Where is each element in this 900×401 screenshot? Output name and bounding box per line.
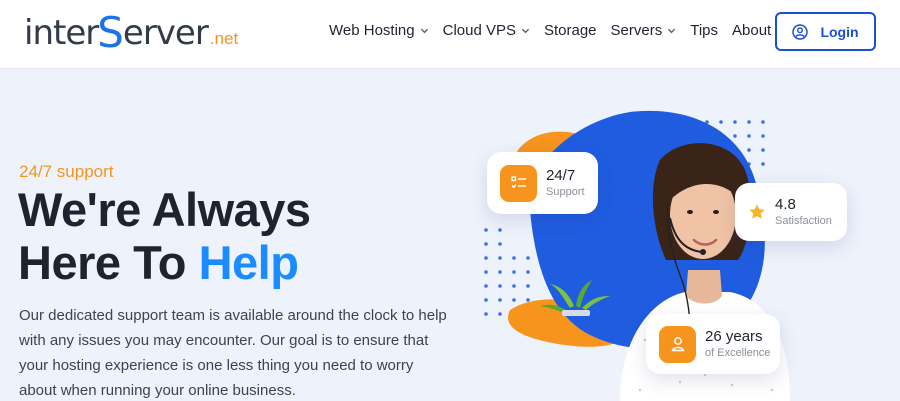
headline-line-2: Here To — [18, 236, 199, 289]
rating-card: 4.8 Satisfaction — [735, 183, 847, 241]
support-card: 24/7 Support — [487, 152, 598, 214]
login-label: Login — [820, 23, 859, 40]
nav-label: Servers — [610, 21, 663, 39]
nav-storage[interactable]: Storage — [544, 22, 597, 39]
logo-suffix: .net — [209, 29, 239, 48]
star-icon — [746, 201, 768, 223]
years-card: 26 years of Excellence — [646, 314, 780, 374]
nav-tips[interactable]: Tips — [690, 22, 718, 39]
hero-headline: We're Always Here To Help — [18, 183, 311, 289]
hero-description: Our dedicated support team is available … — [19, 307, 447, 399]
site-header: inter Server .net Web Hosting Cloud VPS St… — [0, 0, 900, 69]
nav-label: Web Hosting — [329, 21, 415, 39]
login-button[interactable]: Login — [775, 12, 876, 51]
nav-web-hosting[interactable]: Web Hosting — [329, 22, 429, 39]
interserver-logo[interactable]: inter Server .net — [24, 8, 239, 57]
chevron-down-icon — [667, 26, 676, 35]
nav-label: Storage — [543, 21, 597, 39]
main-nav: Web Hosting Cloud VPS Storage Servers Ti… — [329, 20, 822, 40]
user-circle-icon — [792, 23, 809, 40]
rating-card-title: 4.8 — [775, 195, 796, 213]
checklist-icon — [500, 164, 537, 202]
chevron-down-icon — [420, 26, 429, 35]
hero-kicker: 24/7 support — [19, 162, 114, 181]
support-card-subtitle: Support — [546, 185, 585, 198]
support-illustration: 24/7 Support 4.8 Satisfaction 26 years o… — [470, 100, 890, 401]
rating-card-subtitle: Satisfaction — [775, 214, 832, 227]
nav-cloud-vps[interactable]: Cloud VPS — [443, 22, 530, 39]
nav-label: Tips — [690, 21, 718, 39]
nav-servers[interactable]: Servers — [611, 22, 677, 39]
logo-text-2: erver — [122, 13, 209, 53]
chevron-down-icon — [521, 26, 530, 35]
logo-text: inter — [24, 13, 99, 53]
headline-accent: Help — [198, 236, 299, 289]
years-card-subtitle: of Excellence — [705, 346, 771, 359]
user-icon — [659, 325, 696, 363]
support-card-title: 24/7 — [546, 166, 576, 184]
logo-letter-s: S — [97, 8, 124, 57]
dot-grid-left — [484, 228, 530, 316]
years-card-title: 26 years — [705, 327, 763, 345]
headline-line-1: We're Always — [18, 183, 311, 236]
nav-label: Cloud VPS — [442, 21, 516, 39]
